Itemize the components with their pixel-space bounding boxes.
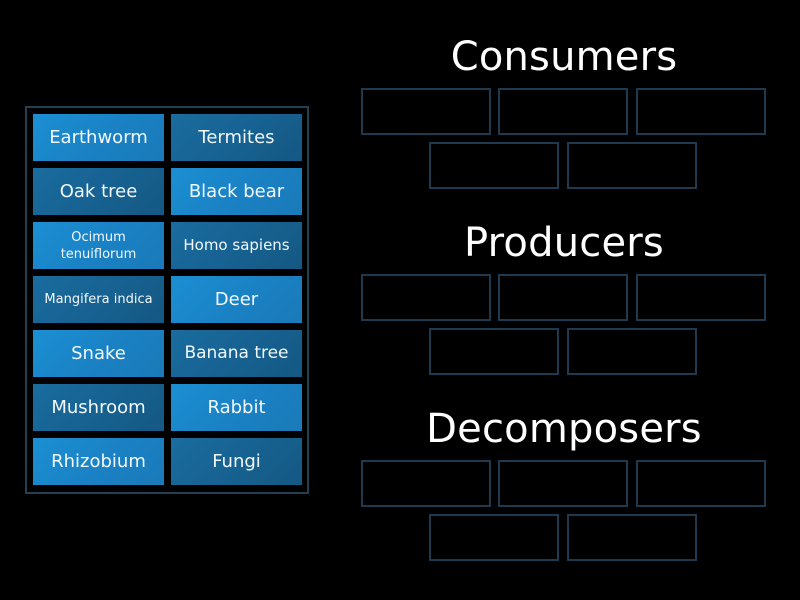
drop-slot-producers[interactable] (567, 328, 697, 375)
tile-earthworm[interactable]: Earthworm (33, 114, 164, 161)
tile-snake[interactable]: Snake (33, 330, 164, 377)
tile-mangifera-indica[interactable]: Mangifera indica (33, 276, 164, 323)
group-title-decomposers: Decomposers (426, 406, 702, 452)
drop-slot-consumers[interactable] (567, 142, 697, 189)
drop-slot-producers[interactable] (361, 274, 491, 321)
drop-slot-decomposers[interactable] (636, 460, 766, 507)
tile-oak-tree[interactable]: Oak tree (33, 168, 164, 215)
tile-rhizobium[interactable]: Rhizobium (33, 438, 164, 485)
drop-slot-producers[interactable] (498, 274, 628, 321)
drop-slot-producers[interactable] (429, 328, 559, 375)
drop-slot-decomposers[interactable] (429, 514, 559, 561)
tile-banana-tree[interactable]: Banana tree (171, 330, 302, 377)
drop-slot-consumers[interactable] (498, 88, 628, 135)
tile-rabbit[interactable]: Rabbit (171, 384, 302, 431)
group-title-consumers: Consumers (450, 34, 678, 80)
drop-slot-consumers[interactable] (361, 88, 491, 135)
drop-slot-decomposers[interactable] (498, 460, 628, 507)
drop-slot-decomposers[interactable] (567, 514, 697, 561)
tile-ocimum-tenuiflorum[interactable]: Ocimum tenuiflorum (33, 222, 164, 269)
tile-deer[interactable]: Deer (171, 276, 302, 323)
drop-slot-consumers[interactable] (429, 142, 559, 189)
drop-slot-decomposers[interactable] (361, 460, 491, 507)
group-title-producers: Producers (464, 220, 664, 266)
tile-fungi[interactable]: Fungi (171, 438, 302, 485)
tile-homo-sapiens[interactable]: Homo sapiens (171, 222, 302, 269)
drop-slot-producers[interactable] (636, 274, 766, 321)
tile-termites[interactable]: Termites (171, 114, 302, 161)
tile-black-bear[interactable]: Black bear (171, 168, 302, 215)
tile-mushroom[interactable]: Mushroom (33, 384, 164, 431)
drop-slot-consumers[interactable] (636, 88, 766, 135)
